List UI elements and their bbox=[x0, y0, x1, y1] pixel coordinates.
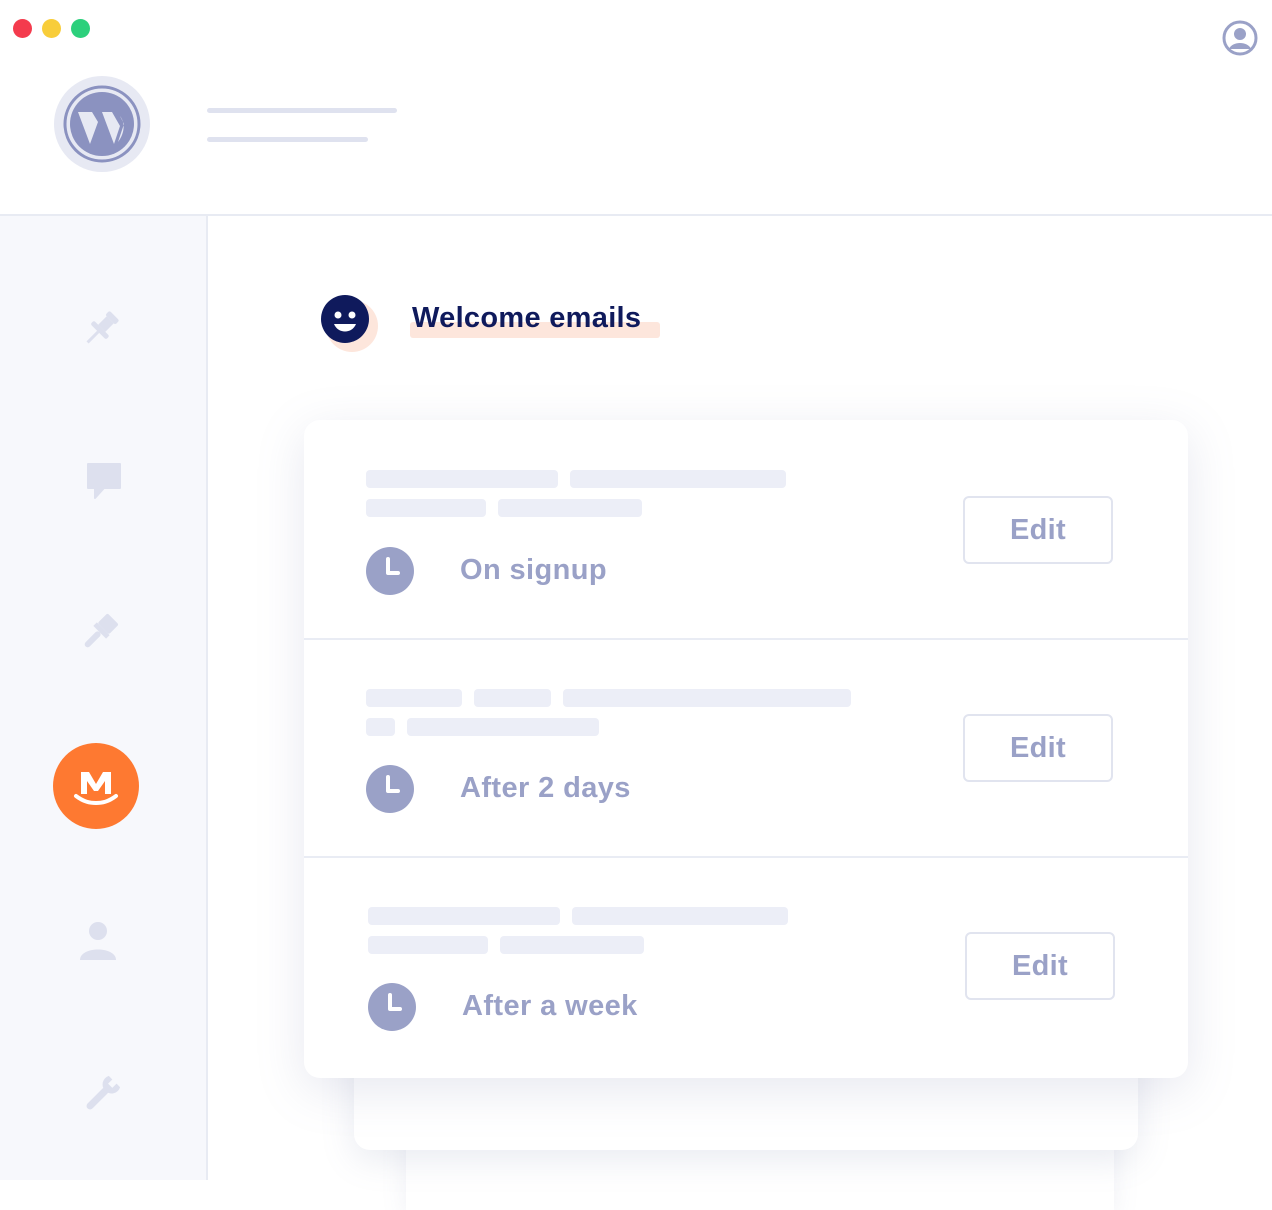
comment-icon[interactable] bbox=[84, 460, 124, 504]
email-row: After a week Edit bbox=[304, 858, 1188, 1078]
text-placeholder bbox=[570, 470, 786, 488]
text-placeholder bbox=[368, 936, 488, 954]
clock-icon bbox=[366, 765, 414, 813]
text-placeholder bbox=[572, 907, 788, 925]
emails-card: On signup Edit After 2 days Edit After a… bbox=[304, 420, 1188, 1078]
pin-icon[interactable] bbox=[78, 306, 124, 352]
email-row: After 2 days Edit bbox=[304, 640, 1188, 856]
edit-button[interactable]: Edit bbox=[965, 932, 1115, 1000]
maximize-window-button[interactable] bbox=[71, 19, 90, 38]
email-timing: After 2 days bbox=[460, 772, 631, 804]
header-subtitle-placeholder bbox=[207, 137, 368, 142]
clock-icon bbox=[366, 547, 414, 595]
text-placeholder bbox=[474, 689, 551, 707]
text-placeholder bbox=[563, 689, 851, 707]
email-timing: On signup bbox=[460, 554, 607, 586]
text-placeholder bbox=[500, 936, 644, 954]
text-placeholder bbox=[366, 499, 486, 517]
mailpoet-logo[interactable] bbox=[53, 743, 139, 829]
user-circle-icon[interactable] bbox=[1222, 20, 1258, 56]
text-placeholder bbox=[366, 718, 395, 736]
sidebar bbox=[0, 216, 208, 1180]
page-title: Welcome emails bbox=[412, 302, 642, 334]
clock-icon bbox=[368, 983, 416, 1031]
email-row: On signup Edit bbox=[304, 420, 1188, 638]
wrench-icon[interactable] bbox=[78, 1072, 124, 1118]
smiley-icon bbox=[321, 295, 378, 352]
close-window-button[interactable] bbox=[13, 19, 32, 38]
text-placeholder bbox=[366, 470, 558, 488]
wordpress-logo[interactable] bbox=[54, 76, 150, 172]
text-placeholder bbox=[498, 499, 642, 517]
email-timing: After a week bbox=[462, 990, 638, 1022]
text-placeholder bbox=[366, 689, 462, 707]
header-title-placeholder bbox=[207, 108, 397, 113]
page-title-wrap: Welcome emails bbox=[410, 302, 660, 338]
text-placeholder bbox=[407, 718, 599, 736]
edit-button[interactable]: Edit bbox=[963, 714, 1113, 782]
text-placeholder bbox=[368, 907, 560, 925]
edit-button[interactable]: Edit bbox=[963, 496, 1113, 564]
minimize-window-button[interactable] bbox=[42, 19, 61, 38]
paintbrush-icon[interactable] bbox=[76, 610, 122, 656]
wordpress-icon bbox=[63, 85, 141, 163]
window-controls bbox=[13, 19, 90, 38]
mailpoet-icon bbox=[74, 772, 118, 806]
user-icon[interactable] bbox=[76, 918, 120, 964]
